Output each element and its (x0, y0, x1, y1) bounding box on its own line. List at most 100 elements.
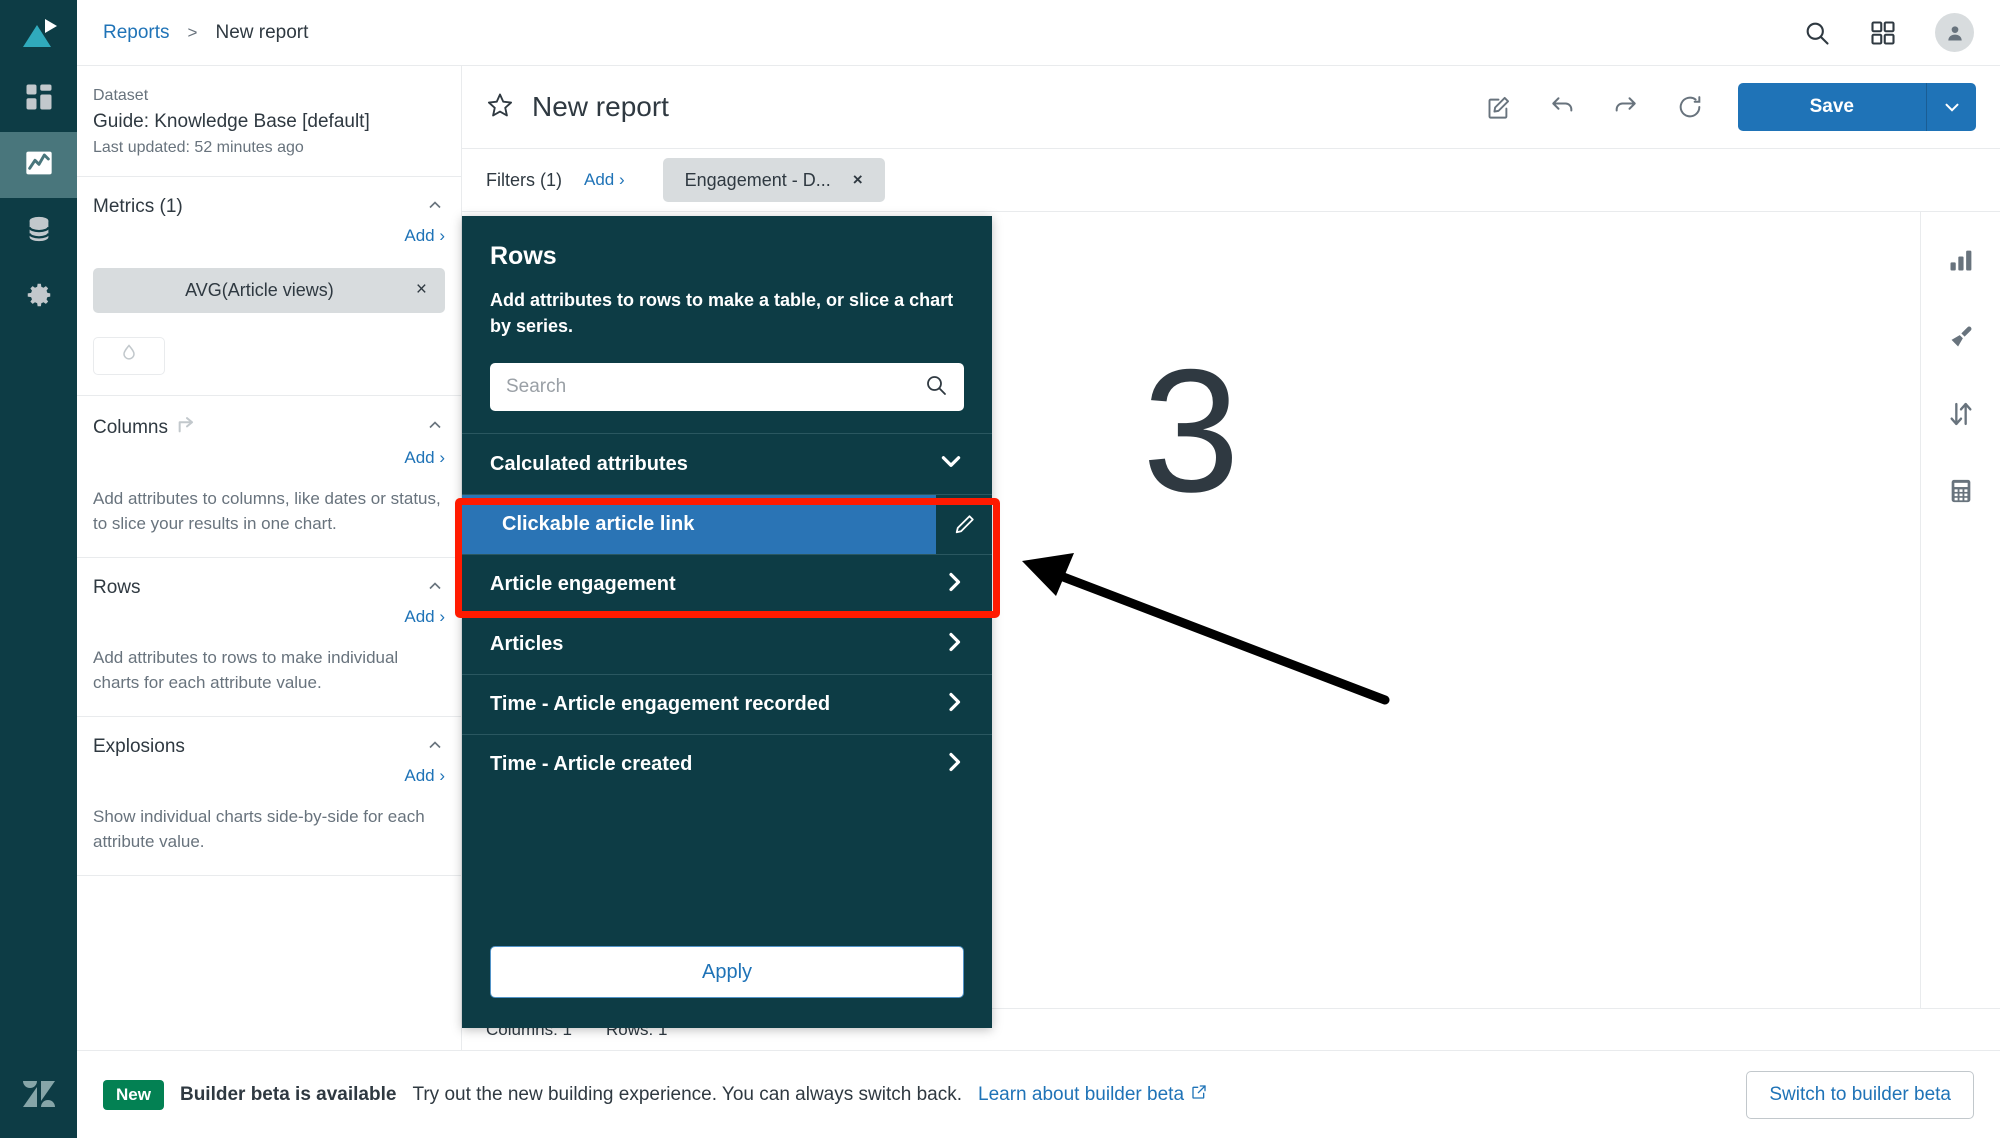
zendesk-logo-icon (22, 1081, 55, 1107)
section-explosions-add: Add › (93, 766, 445, 786)
apply-button[interactable]: Apply (490, 946, 964, 998)
status-badge: New (103, 1079, 164, 1110)
topbar-actions (1803, 13, 1974, 52)
save-button[interactable]: Save (1737, 83, 1926, 131)
star-outline-icon[interactable] (486, 91, 514, 124)
zendesk-explore-logo-icon (22, 19, 57, 47)
redo-icon[interactable] (1612, 93, 1640, 121)
rail-item-dashboards[interactable] (0, 66, 77, 132)
chevron-up-icon[interactable] (425, 735, 445, 760)
pencil-edit-icon[interactable] (936, 513, 992, 537)
section-rows-header: Rows (93, 576, 445, 601)
add-explosion-link[interactable]: Add › (404, 766, 445, 785)
calculator-icon[interactable] (1947, 477, 1975, 510)
list-item-clickable-article-link[interactable]: Clickable article link (462, 494, 992, 555)
group-label: Calculated attributes (490, 452, 688, 475)
rows-attribute-dropdown: Rows Add attributes to rows to make a ta… (462, 216, 992, 1028)
search-icon[interactable] (1803, 19, 1831, 47)
rows-panel-description: Add attributes to rows to make a table, … (490, 290, 954, 337)
list-item-label: Clickable article link (462, 495, 936, 555)
add-filter-link[interactable]: Add › (584, 170, 625, 190)
move-to-rows-arrow-icon[interactable] (176, 414, 198, 442)
paintbrush-icon[interactable] (1947, 323, 1975, 356)
group-calculated-attributes[interactable]: Calculated attributes (462, 433, 992, 494)
avatar[interactable] (1935, 13, 1974, 52)
chevron-down-icon[interactable] (938, 448, 964, 480)
product-nav-rail (0, 0, 77, 1138)
chevron-right-icon[interactable] (942, 750, 992, 780)
section-columns-desc: Add attributes to columns, like dates or… (93, 488, 441, 534)
chevron-right-icon[interactable] (942, 690, 992, 720)
section-columns-add: Add › (93, 448, 445, 468)
close-icon[interactable]: × (412, 279, 431, 301)
chevron-right-icon[interactable] (942, 570, 992, 600)
rows-panel-title: Rows (490, 242, 557, 270)
report-toolbar (1485, 93, 1704, 121)
metric-droplet-button[interactable] (93, 336, 165, 375)
edit-note-icon[interactable] (1485, 94, 1512, 121)
search-input[interactable] (506, 376, 924, 399)
section-metrics-add: Add › (93, 226, 445, 246)
add-row-link[interactable]: Add › (404, 607, 445, 626)
reports-chart-icon (23, 147, 55, 184)
list-item-time-article-created[interactable]: Time - Article created (462, 734, 992, 794)
dashboards-icon (24, 82, 54, 117)
sort-arrows-icon[interactable] (1947, 400, 1975, 433)
report-header: New report Save (462, 66, 2000, 149)
section-columns-label: Columns (93, 416, 168, 438)
chevron-up-icon[interactable] (425, 415, 445, 440)
metric-chip[interactable]: AVG(Article views) × (93, 267, 445, 313)
builder-body: Dataset Guide: Knowledge Base [default] … (77, 66, 2000, 1050)
add-metric-link[interactable]: Add › (404, 226, 445, 245)
dataset-info[interactable]: Dataset Guide: Knowledge Base [default] … (77, 66, 461, 177)
save-options-chevron-down-icon[interactable] (1926, 83, 1976, 131)
rows-search-box[interactable] (490, 363, 964, 412)
rail-item-reports[interactable] (0, 132, 77, 198)
banner-headline: Builder beta is available (179, 1083, 397, 1105)
learn-about-builder-beta-link[interactable]: Learn about builder beta (978, 1084, 1207, 1106)
breadcrumb-current: New report (215, 21, 309, 43)
chevron-up-icon[interactable] (425, 576, 445, 601)
rows-search-wrapper (462, 339, 992, 412)
list-item-label: Articles (490, 633, 564, 656)
save-button-group: Save (1737, 83, 1976, 131)
section-metrics: Metrics (1) Add › AVG(Article views) × (77, 177, 461, 396)
chevron-right-icon[interactable] (942, 630, 992, 660)
section-rows-desc: Add attributes to rows to make individua… (93, 647, 399, 693)
add-column-link[interactable]: Add › (404, 448, 445, 467)
chevron-up-icon[interactable] (425, 195, 445, 220)
list-item-label: Time - Article engagement recorded (490, 693, 831, 716)
section-rows-title: Rows (93, 577, 141, 599)
main-area: Reports > New report Dataset Guide: Know… (77, 0, 2000, 1138)
list-item-label: Time - Article created (490, 753, 693, 776)
right-tool-rail (1920, 212, 2000, 1008)
filter-bar: Filters (1) Add › Engagement - D... × (462, 149, 2000, 212)
section-explosions-header: Explosions (93, 735, 445, 760)
external-link-icon (1191, 1084, 1207, 1106)
rows-panel-header: Rows Add attributes to rows to make a ta… (462, 216, 992, 339)
chart-bar-icon[interactable] (1947, 246, 1975, 279)
list-item-time-article-engagement-recorded[interactable]: Time - Article engagement recorded (462, 674, 992, 734)
breadcrumb-separator: > (187, 22, 198, 42)
breadcrumb-reports[interactable]: Reports (103, 22, 170, 44)
undo-icon[interactable] (1548, 93, 1576, 121)
section-explosions-desc: Show individual charts side-by-side for … (93, 806, 425, 852)
section-rows: Rows Add › Add attributes to rows to mak… (77, 558, 461, 717)
page-title: New report (532, 91, 669, 122)
refresh-icon[interactable] (1676, 93, 1704, 121)
filter-chip[interactable]: Engagement - D... × (662, 158, 885, 202)
rail-item-datasets[interactable] (0, 198, 77, 264)
close-icon[interactable]: × (853, 170, 863, 190)
list-item-label: Article engagement (490, 573, 676, 596)
grid-apps-icon[interactable] (1869, 19, 1897, 47)
list-item-articles[interactable]: Articles (462, 614, 992, 674)
top-bar: Reports > New report (77, 0, 2000, 66)
rail-item-admin[interactable] (0, 264, 77, 330)
user-avatar-icon (1947, 25, 1962, 40)
filters-label: Filters (1) (486, 169, 562, 190)
rows-attribute-list: Calculated attributes Clickable article … (462, 433, 992, 946)
section-columns: Columns Add › Add attributes to columns,… (77, 396, 461, 558)
list-item-article-engagement[interactable]: Article engagement (462, 554, 992, 614)
switch-to-builder-beta-button[interactable]: Switch to builder beta (1746, 1070, 1974, 1119)
search-icon[interactable] (924, 373, 948, 402)
